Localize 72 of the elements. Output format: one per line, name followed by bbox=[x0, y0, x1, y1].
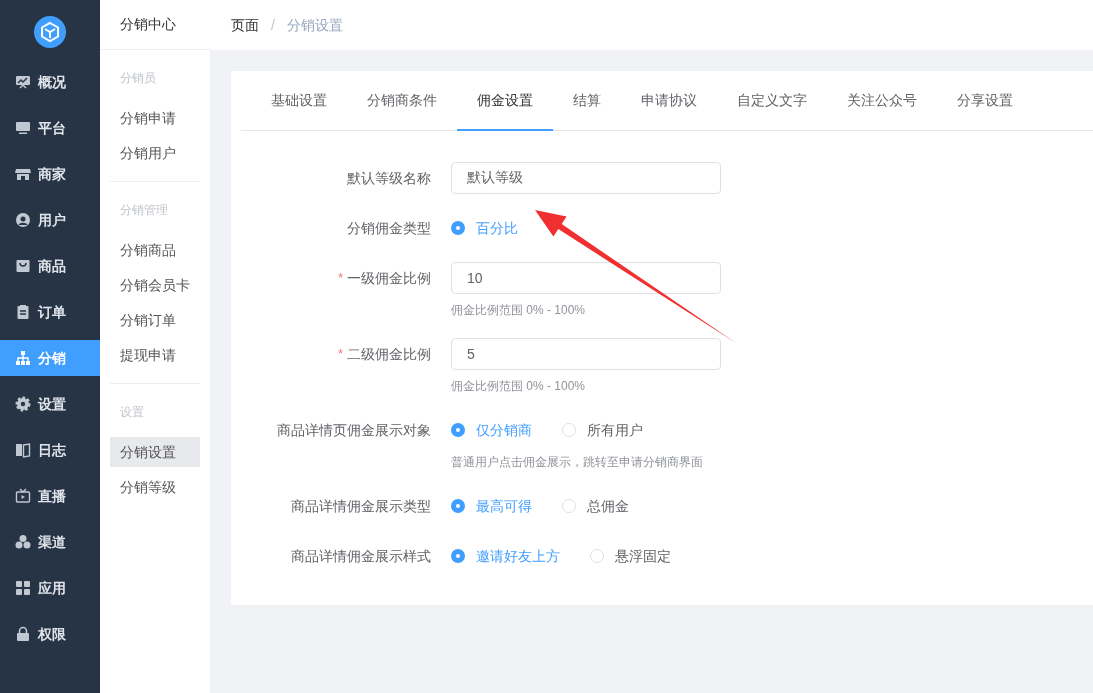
tab[interactable]: 基础设置 bbox=[251, 71, 347, 131]
breadcrumb-separator: / bbox=[270, 15, 276, 35]
nav-item[interactable]: 日志 bbox=[0, 432, 100, 468]
lock-icon bbox=[15, 626, 31, 642]
field-label: 商品详情页佣金展示对象 bbox=[277, 420, 431, 440]
tab[interactable]: 申请协议 bbox=[621, 71, 717, 131]
field-label: 一级佣金比例 bbox=[347, 268, 431, 288]
book-icon bbox=[15, 442, 31, 458]
input-field[interactable]: 默认等级 bbox=[451, 162, 721, 194]
tab[interactable]: 分销商条件 bbox=[347, 71, 457, 131]
hierarchy-icon bbox=[15, 350, 31, 366]
breadcrumb-item: 分销设置 bbox=[286, 15, 343, 35]
submenu-heading: 分销管理 bbox=[119, 202, 169, 219]
submenu-item[interactable]: 分销订单 bbox=[110, 305, 200, 335]
nav-item[interactable]: 概况 bbox=[0, 64, 100, 100]
nav-item[interactable]: 订单 bbox=[0, 294, 100, 330]
radio-button[interactable] bbox=[451, 499, 465, 513]
clipboard-icon bbox=[15, 304, 31, 320]
nav-item[interactable]: 商家 bbox=[0, 156, 100, 192]
breadcrumb-item[interactable]: 页面 bbox=[231, 14, 259, 36]
nav-item[interactable]: 设置 bbox=[0, 386, 100, 422]
submenu-item[interactable]: 分销用户 bbox=[110, 138, 200, 168]
chart-board-icon bbox=[15, 74, 31, 90]
radio-button[interactable] bbox=[451, 221, 465, 235]
submenu-item[interactable]: 分销商品 bbox=[110, 235, 200, 265]
grid-icon bbox=[15, 580, 31, 596]
nav-item[interactable]: 平台 bbox=[0, 110, 100, 146]
input-field[interactable]: 5 bbox=[451, 338, 721, 370]
radio-option[interactable]: 所有用户 bbox=[562, 419, 643, 441]
tab[interactable]: 佣金设置 bbox=[457, 71, 553, 131]
logo-icon bbox=[34, 16, 66, 48]
monitor-icon bbox=[15, 120, 31, 136]
tv-icon bbox=[15, 488, 31, 504]
nav-item[interactable]: 直播 bbox=[0, 478, 100, 514]
nav-item[interactable]: 用户 bbox=[0, 202, 100, 238]
radio-option[interactable]: 总佣金 bbox=[562, 495, 629, 517]
nav-item[interactable]: 渠道 bbox=[0, 524, 100, 560]
storefront-icon bbox=[15, 166, 31, 182]
tab[interactable]: 关注公众号 bbox=[827, 71, 937, 131]
radio-button[interactable] bbox=[562, 499, 576, 513]
field-label: 二级佣金比例 bbox=[347, 344, 431, 364]
circles-icon bbox=[15, 534, 31, 550]
required-asterisk: * bbox=[338, 346, 343, 363]
submenu-item[interactable]: 分销设置 bbox=[110, 437, 200, 467]
nav-item[interactable]: 应用 bbox=[0, 570, 100, 606]
tab[interactable]: 分享设置 bbox=[937, 71, 1033, 131]
settings-icon bbox=[15, 396, 31, 412]
submenu-item[interactable]: 分销申请 bbox=[110, 103, 200, 133]
radio-button[interactable] bbox=[451, 549, 465, 563]
field-label: 商品详情佣金展示样式 bbox=[291, 546, 431, 566]
submenu-item[interactable]: 分销等级 bbox=[110, 472, 200, 502]
user-icon bbox=[15, 212, 31, 228]
field-label: 分销佣金类型 bbox=[347, 218, 431, 238]
radio-button[interactable] bbox=[590, 549, 604, 563]
submenu-item[interactable]: 分销会员卡 bbox=[110, 270, 200, 300]
submenu-heading: 分销员 bbox=[119, 70, 157, 87]
tab[interactable]: 自定义文字 bbox=[717, 71, 827, 131]
radio-button[interactable] bbox=[451, 423, 465, 437]
field-label: 默认等级名称 bbox=[347, 168, 431, 188]
nav-item[interactable]: 权限 bbox=[0, 616, 100, 652]
required-asterisk: * bbox=[338, 270, 343, 287]
submenu-item[interactable]: 提现申请 bbox=[110, 340, 200, 370]
field-hint: 佣金比例范围 0% - 100% bbox=[451, 378, 587, 395]
nav-item[interactable]: 商品 bbox=[0, 248, 100, 284]
tab[interactable]: 结算 bbox=[553, 71, 621, 131]
radio-button[interactable] bbox=[562, 423, 576, 437]
field-label: 商品详情佣金展示类型 bbox=[291, 496, 431, 516]
input-field[interactable]: 10 bbox=[451, 262, 721, 294]
bag-icon bbox=[15, 258, 31, 274]
field-hint: 普通用户点击佣金展示，跳转至申请分销商界面 bbox=[451, 454, 703, 471]
radio-option[interactable]: 悬浮固定 bbox=[590, 545, 671, 567]
field-hint: 佣金比例范围 0% - 100% bbox=[451, 302, 587, 319]
